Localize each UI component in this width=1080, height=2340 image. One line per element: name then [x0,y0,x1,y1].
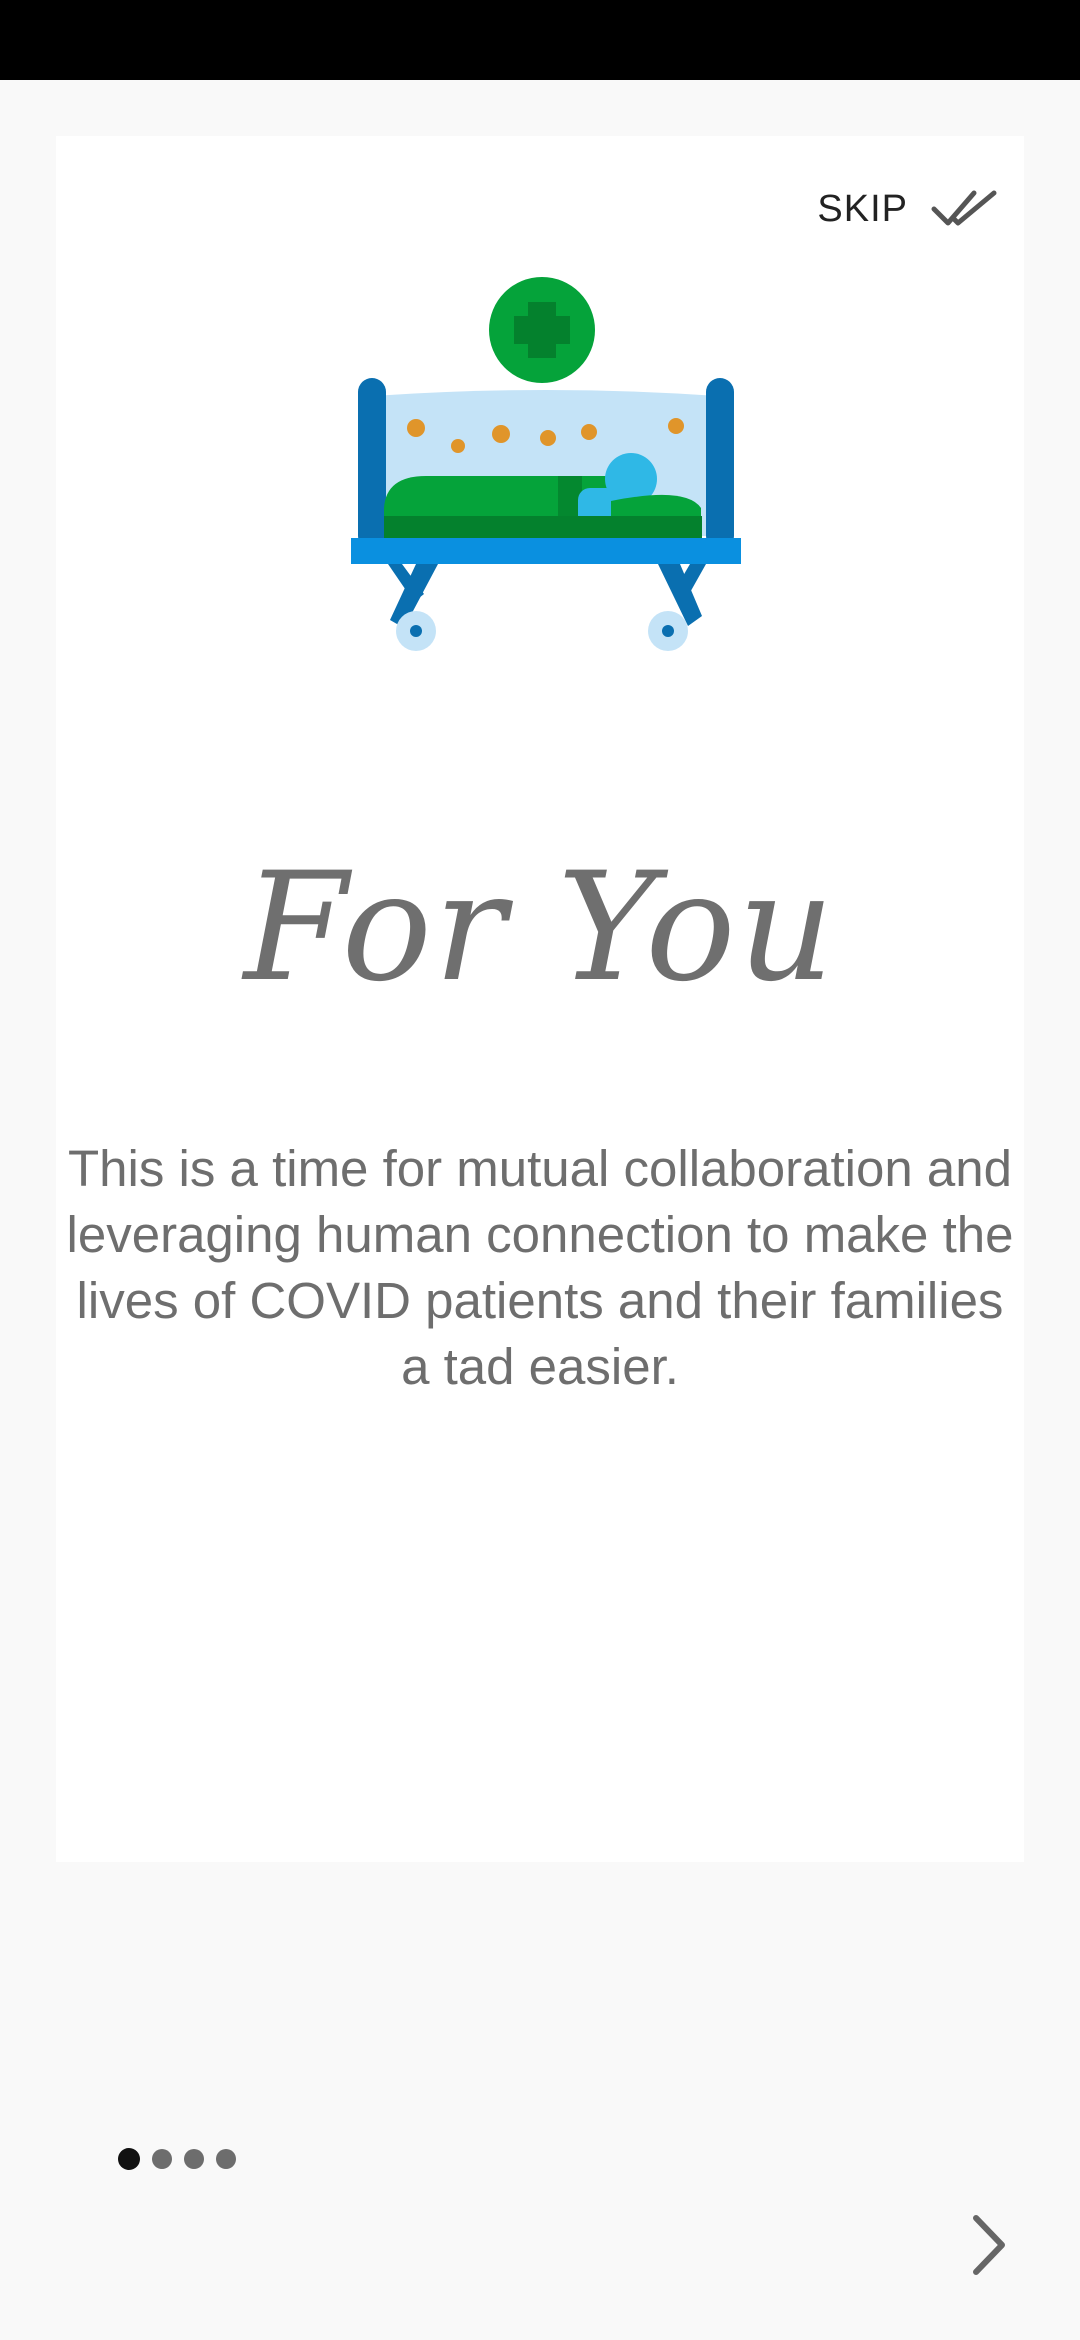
page-title: For You [243,841,837,1015]
page-indicator [118,2148,236,2170]
page-dot [216,2149,236,2169]
status-bar [0,0,1080,80]
onboarding-card: SKIP For You This is a time for mutual c… [56,136,1024,1862]
page-dot [152,2149,172,2169]
page-dot [184,2149,204,2169]
onboarding-screen: SKIP For You This is a time for mutual c… [0,80,1080,2340]
double-check-icon [931,190,997,226]
skip-button[interactable]: SKIP [817,174,1000,244]
page-description: This is a time for mutual collaboration … [66,1140,1014,1395]
page-dot-active [118,2148,140,2170]
hospital-bed-patient-illustration [351,277,741,651]
skip-label: SKIP [817,187,908,230]
chevron-right-icon[interactable] [960,2210,1020,2280]
